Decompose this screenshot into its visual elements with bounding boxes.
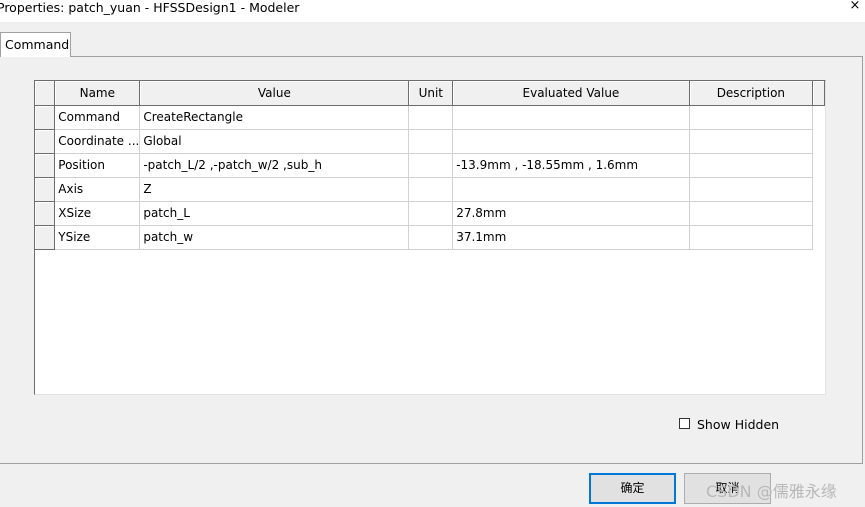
- window-title: Properties: patch_yuan - HFSSDesign1 - M…: [0, 0, 300, 15]
- cell-evaluated: -13.9mm , -18.55mm , 1.6mm: [452, 153, 690, 178]
- row-header[interactable]: [35, 153, 56, 178]
- tab-label: Command: [5, 37, 70, 52]
- cell-value[interactable]: CreateRectangle: [139, 105, 410, 130]
- row-header[interactable]: [35, 201, 56, 226]
- cell-unit[interactable]: [408, 201, 454, 226]
- column-header-description[interactable]: Description: [689, 81, 814, 106]
- tab-command[interactable]: Command: [0, 32, 71, 57]
- cell-evaluated: 37.1mm: [452, 225, 690, 250]
- cell-unit[interactable]: [408, 129, 454, 154]
- cell-name: YSize: [54, 225, 141, 250]
- cell-name: Axis: [54, 177, 141, 202]
- column-header-value[interactable]: Value: [139, 81, 410, 106]
- column-header-evaluated[interactable]: Evaluated Value: [452, 81, 690, 106]
- cell-description[interactable]: [689, 129, 814, 154]
- cell-description[interactable]: [689, 177, 814, 202]
- cell-value[interactable]: patch_w: [139, 225, 410, 250]
- cell-evaluated: [452, 105, 690, 130]
- ok-button[interactable]: 确定: [589, 473, 676, 504]
- title-bar: Properties: patch_yuan - HFSSDesign1 - M…: [0, 0, 865, 22]
- cell-description[interactable]: [689, 201, 814, 226]
- cell-name: Command: [54, 105, 141, 130]
- cell-value[interactable]: -patch_L/2 ,-patch_w/2 ,sub_h: [139, 153, 410, 178]
- show-hidden-label[interactable]: Show Hidden: [697, 417, 779, 432]
- table-row[interactable]: Axis Z: [35, 177, 825, 202]
- cell-unit[interactable]: [408, 105, 454, 130]
- row-header[interactable]: [35, 105, 56, 130]
- cell-unit[interactable]: [408, 177, 454, 202]
- cell-unit[interactable]: [408, 225, 454, 250]
- cell-name: XSize: [54, 201, 141, 226]
- watermark: CSDN @儒雅永缘: [706, 482, 837, 501]
- cell-evaluated: [452, 177, 690, 202]
- properties-grid: Name Value Unit Evaluated Value Descript…: [34, 80, 826, 395]
- cell-value[interactable]: Z: [139, 177, 410, 202]
- row-header[interactable]: [35, 225, 56, 250]
- row-header[interactable]: [35, 177, 56, 202]
- column-header-name[interactable]: Name: [54, 81, 141, 106]
- cell-description[interactable]: [689, 225, 814, 250]
- row-header[interactable]: [35, 129, 56, 154]
- column-header-unit[interactable]: Unit: [408, 81, 454, 106]
- table-row[interactable]: YSize patch_w 37.1mm: [35, 225, 825, 250]
- corner-header: [35, 81, 56, 106]
- cell-value[interactable]: Global: [139, 129, 410, 154]
- cell-evaluated: 27.8mm: [452, 201, 690, 226]
- cell-evaluated: [452, 129, 690, 154]
- table-row[interactable]: Command CreateRectangle: [35, 105, 825, 130]
- cell-value[interactable]: patch_L: [139, 201, 410, 226]
- cell-description[interactable]: [689, 105, 814, 130]
- cell-name: Position: [54, 153, 141, 178]
- header-row: Name Value Unit Evaluated Value Descript…: [35, 81, 825, 106]
- column-header-filler: [812, 81, 825, 106]
- close-icon[interactable]: ×: [846, 0, 864, 15]
- properties-table: Name Value Unit Evaluated Value Descript…: [35, 81, 825, 250]
- cell-name: Coordinate ...: [54, 129, 141, 154]
- show-hidden-checkbox[interactable]: [679, 418, 690, 429]
- cell-description[interactable]: [689, 153, 814, 178]
- table-row[interactable]: XSize patch_L 27.8mm: [35, 201, 825, 226]
- table-row[interactable]: Coordinate ... Global: [35, 129, 825, 154]
- cell-unit[interactable]: [408, 153, 454, 178]
- table-row[interactable]: Position -patch_L/2 ,-patch_w/2 ,sub_h -…: [35, 153, 825, 178]
